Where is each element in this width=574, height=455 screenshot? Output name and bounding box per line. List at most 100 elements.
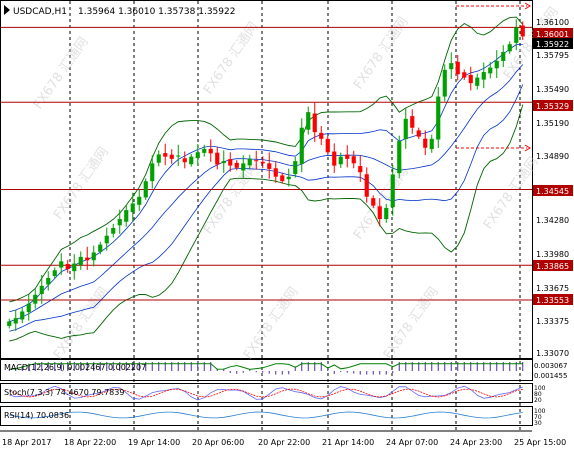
level-label: 1.33865 bbox=[536, 262, 569, 271]
stoch-label: Stoch(7,3,3) 74.4670 79.7839 bbox=[4, 388, 124, 397]
candle-body bbox=[130, 203, 135, 213]
time-label: 24 Apr 23:00 bbox=[450, 438, 502, 447]
price-tick: 1.35795 bbox=[536, 51, 569, 60]
candle-body bbox=[299, 127, 304, 164]
candle-body bbox=[156, 154, 161, 163]
candle-body bbox=[390, 174, 395, 208]
candle-body bbox=[488, 67, 493, 74]
ohlc-values: 1.35964 1.36010 1.35738 1.35922 bbox=[78, 7, 235, 17]
candle-body bbox=[494, 60, 499, 69]
candle-body bbox=[78, 256, 83, 265]
candle-body bbox=[345, 154, 350, 159]
candle-body bbox=[455, 61, 460, 75]
candle-body bbox=[202, 148, 207, 153]
price-tick: 1.33070 bbox=[536, 349, 569, 358]
candle-body bbox=[410, 116, 415, 128]
time-label: 20 Apr 06:00 bbox=[192, 438, 244, 447]
rsi-label: RSI(14) 70.0836 bbox=[4, 411, 69, 420]
candle-body bbox=[423, 138, 428, 148]
candle-body bbox=[98, 244, 103, 252]
candle-body bbox=[52, 270, 57, 277]
candle-body bbox=[247, 158, 252, 166]
price-tick: 1.33980 bbox=[536, 250, 569, 259]
price-chart[interactable]: FX678 汇通网 FX678 汇通网 FX678 汇通网FX678 汇通网 FX67… bbox=[0, 0, 574, 451]
candle-body bbox=[501, 51, 506, 61]
candle-body bbox=[507, 44, 512, 52]
chart-header: USDCAD,H1 1.35964 1.36010 1.35738 1.3592… bbox=[4, 5, 235, 17]
candle-body bbox=[351, 156, 356, 164]
candle-body bbox=[169, 154, 174, 159]
candle-body bbox=[442, 69, 447, 97]
time-label: 19 Apr 14:00 bbox=[128, 438, 180, 447]
candle-body bbox=[449, 63, 454, 70]
level-label: 1.33553 bbox=[536, 296, 569, 305]
candle-body bbox=[215, 152, 220, 165]
time-label: 21 Apr 14:00 bbox=[322, 438, 374, 447]
candle-body bbox=[384, 207, 389, 220]
candle-body bbox=[137, 196, 142, 205]
time-label: 25 Apr 15:00 bbox=[514, 438, 566, 447]
candle-body bbox=[462, 72, 467, 78]
price-tick: 1.34280 bbox=[536, 216, 569, 225]
candle-body bbox=[221, 161, 226, 164]
candle-body bbox=[46, 278, 51, 285]
macd-axis-top: 0.003067 bbox=[534, 362, 567, 370]
time-label: 18 Apr 2017 bbox=[2, 438, 51, 447]
current-price-label: 1.35922 bbox=[536, 40, 569, 49]
candle-body bbox=[364, 174, 369, 197]
symbol-label: USDCAD,H1 bbox=[13, 7, 67, 17]
candle-body bbox=[176, 155, 181, 157]
candle-body bbox=[234, 162, 239, 168]
time-label: 18 Apr 22:00 bbox=[64, 438, 116, 447]
candle-body bbox=[319, 132, 324, 139]
candle-body bbox=[273, 168, 278, 177]
candle-body bbox=[195, 152, 200, 159]
candle-body bbox=[377, 206, 382, 220]
price-tick: 1.33675 bbox=[536, 284, 569, 293]
candle-body bbox=[111, 227, 116, 234]
candle-body bbox=[338, 156, 343, 165]
candle-body bbox=[436, 96, 441, 140]
level-label: 1.36001 bbox=[536, 30, 569, 39]
candle-body bbox=[228, 159, 233, 166]
macd-label: MACD(12,26,9) 0.002467 0.002207 bbox=[4, 363, 146, 372]
candle-body bbox=[254, 160, 259, 162]
chart-window[interactable]: FX678 汇通网 FX678 汇通网 FX678 汇通网 FX678 汇通网 FX67… bbox=[0, 0, 574, 451]
candle-body bbox=[65, 264, 70, 270]
candle-body bbox=[306, 112, 311, 130]
candle-body bbox=[150, 163, 155, 182]
candle-body bbox=[117, 219, 122, 226]
candle-body bbox=[429, 138, 434, 150]
candle-body bbox=[267, 163, 272, 169]
price-tick: 1.33375 bbox=[536, 317, 569, 326]
candle-body bbox=[85, 257, 90, 261]
candle-body bbox=[72, 263, 77, 272]
candle-body bbox=[39, 285, 44, 295]
candle-body bbox=[325, 138, 330, 153]
candle-body bbox=[397, 141, 402, 174]
time-label: 20 Apr 22:00 bbox=[258, 438, 310, 447]
candle-body bbox=[26, 303, 31, 313]
candle-body bbox=[293, 161, 298, 175]
candle-body bbox=[59, 261, 64, 268]
candle-body bbox=[124, 210, 129, 222]
price-tick: 1.34890 bbox=[536, 152, 569, 161]
candle-body bbox=[189, 156, 194, 165]
candle-body bbox=[481, 72, 486, 80]
candle-body bbox=[13, 318, 18, 324]
price-tick: 1.35490 bbox=[536, 85, 569, 94]
price-tick: 1.35190 bbox=[536, 119, 569, 128]
stoch-axis: 20 bbox=[534, 397, 542, 404]
candle-body bbox=[416, 130, 421, 137]
candle-body bbox=[104, 235, 109, 244]
rsi-axis: 30 bbox=[534, 420, 542, 427]
candle-body bbox=[312, 113, 317, 133]
candle-body bbox=[33, 294, 38, 304]
candle-body bbox=[514, 27, 519, 43]
candle-body bbox=[163, 153, 168, 157]
candle-body bbox=[260, 161, 265, 164]
candle-body bbox=[20, 311, 25, 320]
candle-body bbox=[475, 77, 480, 86]
price-tick: 1.36100 bbox=[536, 18, 569, 27]
candle-body bbox=[332, 151, 337, 166]
